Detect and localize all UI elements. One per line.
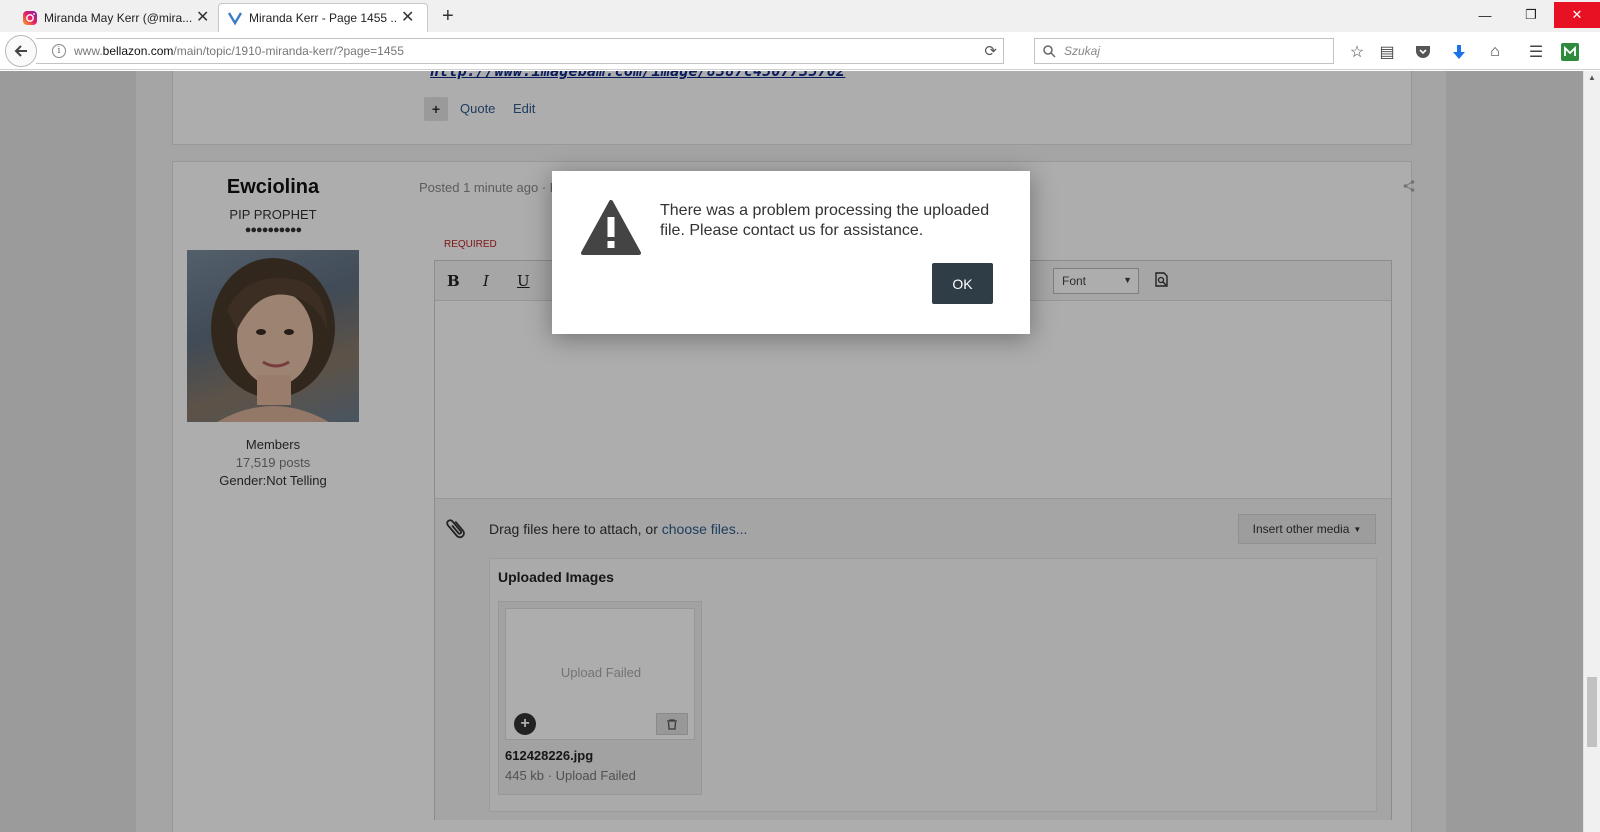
warning-icon (581, 200, 641, 255)
tab-bellazon[interactable]: Miranda Kerr - Page 1455 ... ✕ (218, 3, 428, 32)
info-icon[interactable]: i (52, 44, 66, 58)
bookmark-star-icon[interactable]: ☆ (1346, 41, 1368, 63)
home-icon[interactable]: ⌂ (1484, 41, 1506, 63)
close-tab-icon[interactable]: ✕ (196, 9, 209, 26)
close-tab-icon[interactable]: ✕ (401, 10, 414, 26)
reload-icon[interactable]: ⟳ (984, 42, 997, 60)
pocket-icon[interactable] (1412, 41, 1434, 63)
error-dialog: There was a problem processing the uploa… (552, 171, 1030, 334)
minimize-icon[interactable]: — (1462, 2, 1508, 28)
dialog-message: There was a problem processing the uploa… (660, 202, 990, 239)
tab-instagram[interactable]: Miranda May Kerr (@mira... ✕ (14, 3, 217, 32)
scroll-thumb[interactable] (1587, 677, 1597, 747)
download-icon[interactable] (1448, 41, 1470, 63)
arrow-left-icon (14, 45, 27, 57)
back-button[interactable] (5, 35, 37, 67)
extension-icon[interactable] (1556, 41, 1586, 63)
window-close-icon[interactable]: ✕ (1554, 2, 1600, 28)
bellazon-icon (227, 12, 243, 26)
page-content: http://www.imagebam.com/image/8387c45077… (0, 71, 1583, 832)
address-bar[interactable]: i www.bellazon.com/main/topic/1910-miran… (36, 38, 1004, 64)
url-text: www.bellazon.com/main/topic/1910-miranda… (74, 44, 404, 58)
tab-title: Miranda Kerr - Page 1455 ... (249, 11, 397, 25)
restore-icon[interactable]: ❐ (1508, 2, 1554, 28)
browser-tab-bar: Miranda May Kerr (@mira... ✕ Miranda Ker… (0, 0, 1600, 32)
search-input[interactable]: Szukaj (1034, 38, 1334, 64)
browser-nav-bar: i www.bellazon.com/main/topic/1910-miran… (0, 32, 1600, 70)
scroll-up-icon[interactable]: ▲ (1588, 73, 1596, 82)
page-scrollbar[interactable]: ▲ (1583, 71, 1600, 832)
menu-icon[interactable]: ☰ (1525, 41, 1547, 63)
reading-list-icon[interactable]: ▤ (1376, 41, 1398, 63)
search-placeholder: Szukaj (1064, 44, 1101, 58)
ok-button[interactable]: OK (932, 263, 993, 304)
instagram-icon (23, 10, 37, 25)
search-icon (1043, 44, 1056, 58)
tab-title: Miranda May Kerr (@mira... (44, 10, 192, 25)
new-tab-icon[interactable]: + (442, 6, 454, 26)
